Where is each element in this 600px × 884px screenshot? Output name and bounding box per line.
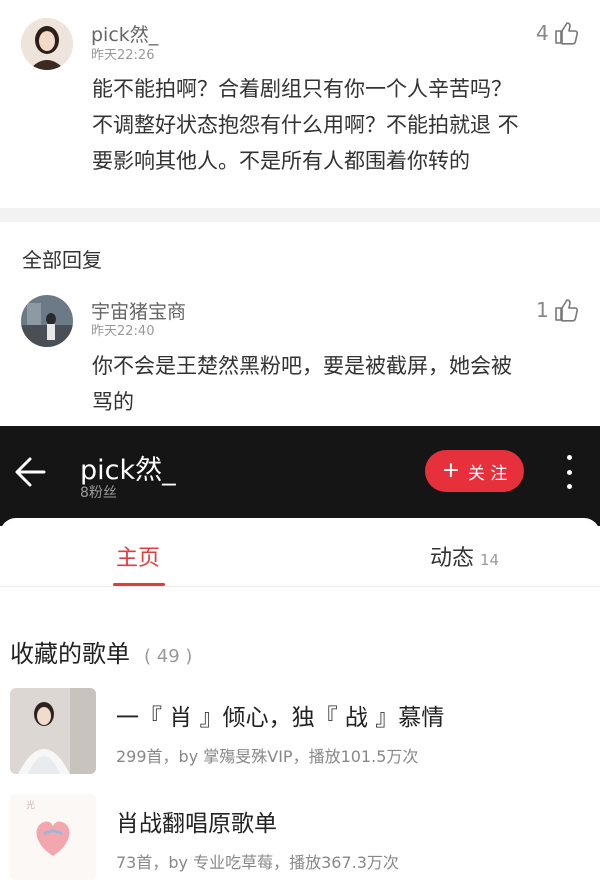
comment-like-button[interactable]: 4 [536, 20, 579, 46]
more-menu-button[interactable] [563, 455, 575, 489]
playlist-item[interactable]: 一『 肖 』倾心，独『 战 』慕情 299首，by 掌殤旻殊VIP，播放101.… [0, 686, 600, 778]
thumbs-up-icon [554, 22, 578, 45]
playlist-title: 一『 肖 』倾心，独『 战 』慕情 [116, 705, 445, 731]
like-count: 1 [536, 298, 549, 322]
playlists-title: 收藏的歌单 [10, 640, 130, 668]
plus-icon: + [441, 458, 461, 483]
thumbs-up-icon [554, 299, 578, 322]
follow-label: 关 注 [468, 463, 508, 484]
comment-time: 昨天22:26 [91, 48, 155, 63]
commenter-name[interactable]: pick然_ [91, 20, 158, 47]
playlists-count: ( 49 ) [144, 646, 193, 667]
playlist-cover-image: 光 [10, 794, 96, 880]
back-button[interactable] [10, 452, 50, 492]
reply-time: 昨天22:40 [91, 324, 155, 339]
follow-button[interactable]: + 关 注 [425, 450, 524, 492]
playlist-meta: 299首，by 掌殤旻殊VIP，播放101.5万次 [116, 747, 419, 766]
replies-title: 全部回复 [22, 248, 102, 272]
section-divider [0, 208, 600, 222]
comment-line: 要影响其他人。不是所有人都围着你转的 [92, 149, 470, 173]
like-count: 4 [536, 21, 549, 45]
tab-home[interactable]: 主页 [116, 540, 160, 572]
profile-fans: 8粉丝 [80, 485, 117, 501]
avatar-photo-icon [21, 295, 73, 347]
comment-line: 不调整好状态抱怨有什么用啊？不能拍就退 不 [92, 113, 519, 137]
tab-activity-count: 14 [480, 551, 500, 569]
playlist-title: 肖战翻唱原歌单 [116, 811, 277, 837]
playlist-cover [10, 688, 96, 774]
playlist-cover: 光 [10, 794, 96, 880]
playlist-item[interactable]: 光 肖战翻唱原歌单 73首，by 专业吃草莓，播放367.3万次 [0, 792, 600, 884]
playlist-cover-image [10, 688, 96, 774]
reply-like-button[interactable]: 1 [536, 297, 579, 323]
tabs-divider [0, 586, 600, 587]
playlists-header: 收藏的歌单 ( 49 ) [10, 634, 192, 669]
reply-body: 你不会是王楚然黑粉吧，要是被截屏，她会被 骂的 [92, 348, 592, 420]
more-dots-icon [566, 455, 572, 460]
comment-body: 能不能拍啊？合着剧组只有你一个人辛苦吗？ 不调整好状态抱怨有什么用啊？不能拍就退… [92, 71, 592, 179]
comment-line: 能不能拍啊？合着剧组只有你一个人辛苦吗？ [92, 77, 512, 101]
back-arrow-icon [15, 457, 46, 487]
playlist-meta: 73首，by 专业吃草莓，播放367.3万次 [116, 853, 399, 872]
more-dot [566, 469, 572, 475]
svg-text:光: 光 [26, 799, 35, 811]
tab-activity-label: 动态 [430, 546, 475, 571]
tab-activity[interactable]: 动态 14 [430, 540, 499, 572]
commenter-avatar[interactable] [21, 18, 73, 70]
more-dot [566, 484, 572, 489]
reply-avatar[interactable] [21, 295, 73, 347]
avatar-portrait-icon [21, 18, 73, 70]
reply-line: 骂的 [92, 390, 134, 414]
reply-line: 你不会是王楚然黑粉吧，要是被截屏，她会被 [92, 354, 512, 378]
